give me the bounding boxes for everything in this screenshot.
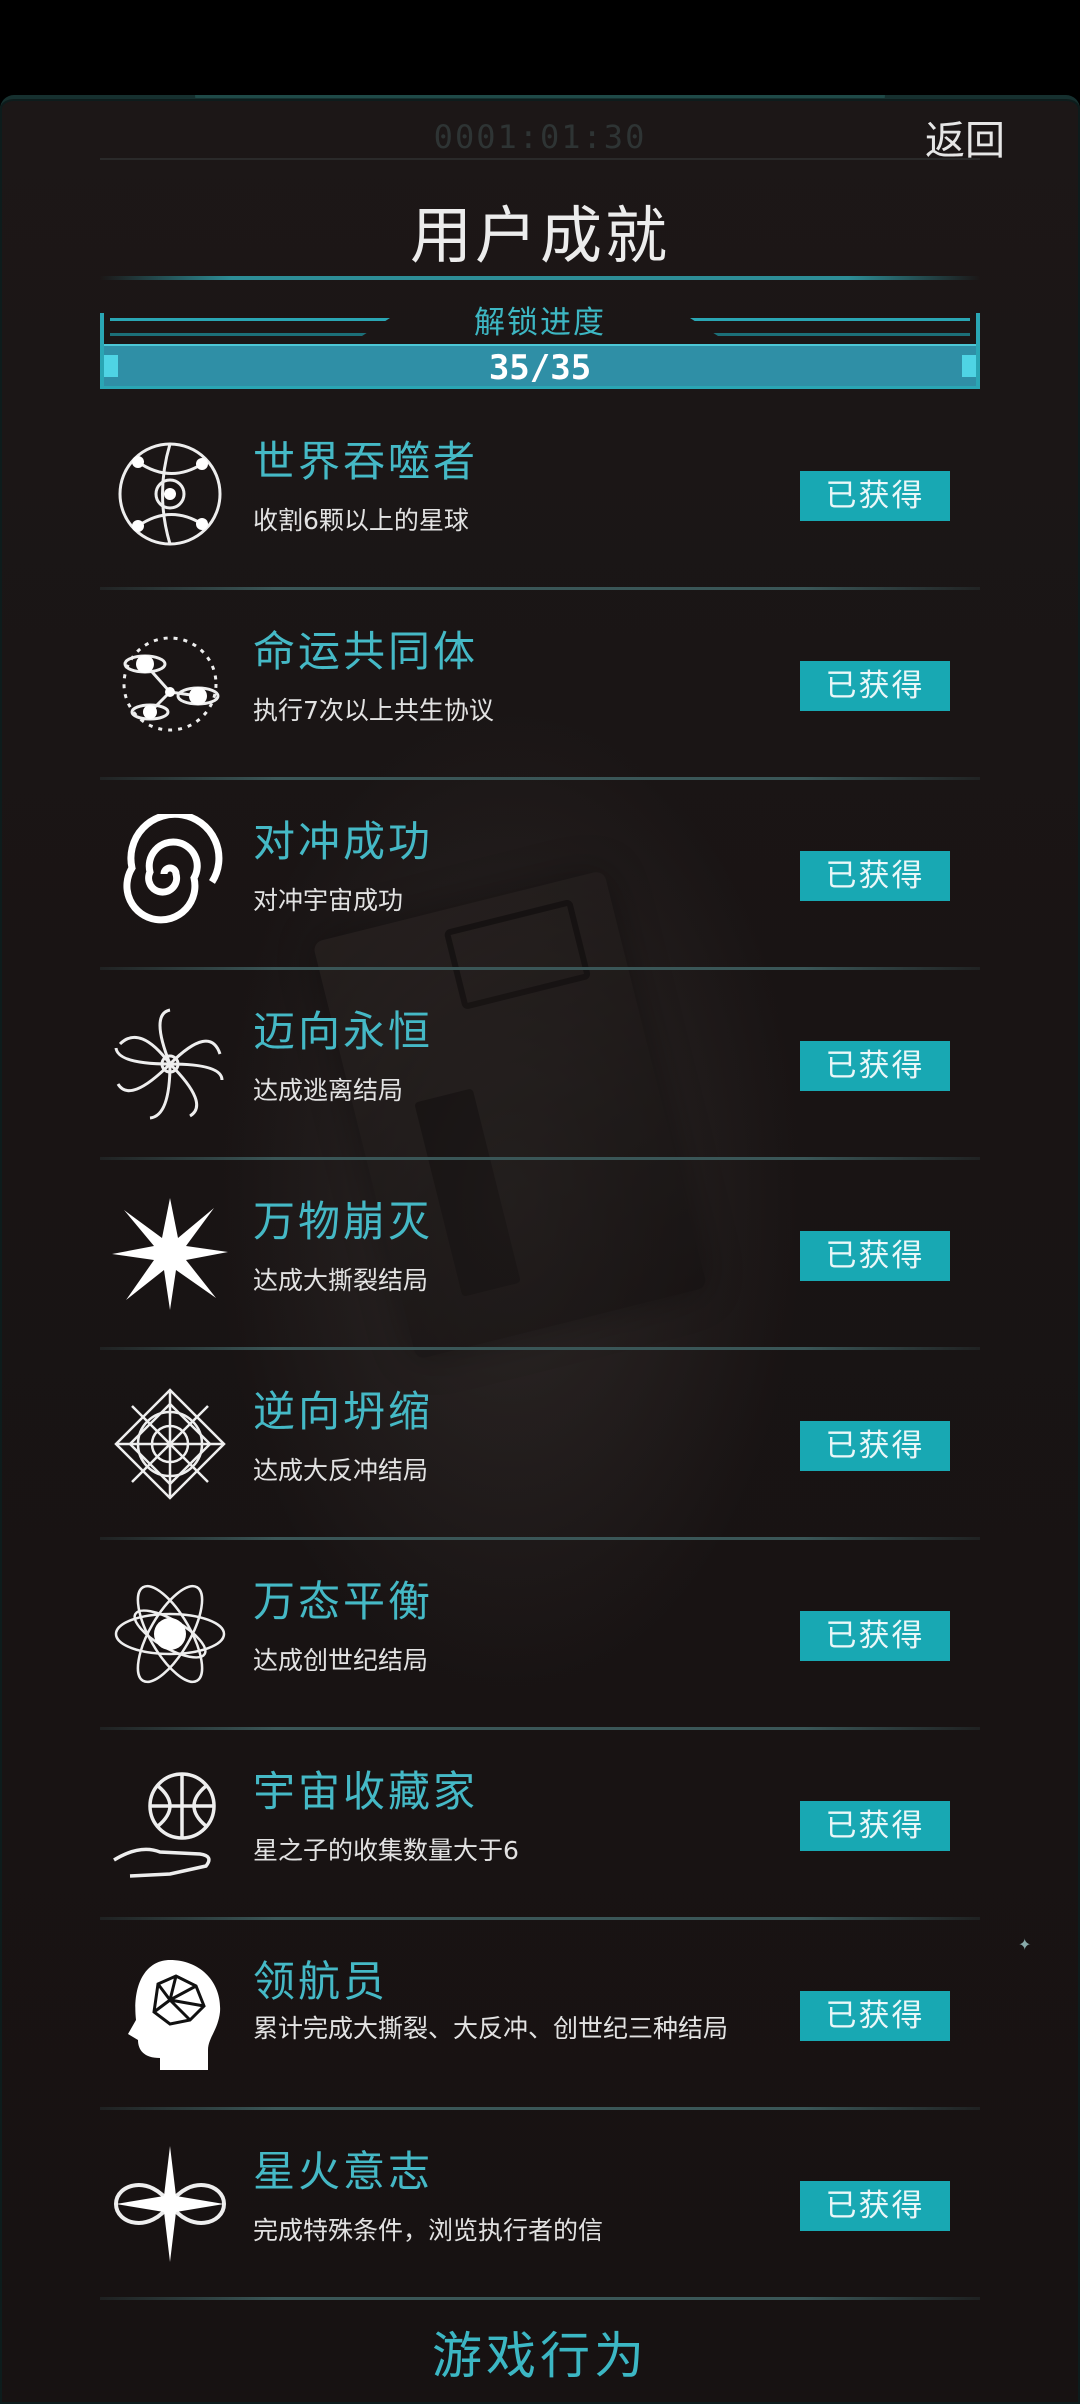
progress-label: 解锁进度 bbox=[474, 305, 606, 341]
achievement-description: 累计完成大撕裂、大反冲、创世纪三种结局 bbox=[253, 2014, 729, 2043]
achievement-row: 迈向永恒达成逃离结局 已获得 bbox=[100, 970, 980, 1160]
linked-planets-icon bbox=[110, 624, 230, 744]
achievement-status-badge: 已获得 bbox=[800, 2181, 950, 2231]
game-clock: 0001:01:30 bbox=[433, 118, 647, 156]
progress-bottom-line bbox=[100, 386, 980, 389]
achievement-row: 万态平衡达成创世纪结局 已获得 bbox=[100, 1540, 980, 1730]
achievement-status-badge: 已获得 bbox=[800, 471, 950, 521]
achievement-row: 星火意志完成特殊条件，浏览执行者的信 已获得 bbox=[100, 2110, 980, 2300]
achievement-row: 宇宙收藏家星之子的收集数量大于6 已获得 bbox=[100, 1730, 980, 1920]
achievement-row: 对冲成功对冲宇宙成功 已获得 bbox=[100, 780, 980, 970]
achievement-row: 命运共同体执行7次以上共生协议 已获得 bbox=[100, 590, 980, 780]
orbit-system-icon bbox=[110, 434, 230, 554]
spiral-swirl-icon bbox=[110, 810, 230, 934]
achievement-description: 完成特殊条件，浏览执行者的信 bbox=[253, 2216, 604, 2245]
achievement-name: 领航员 bbox=[253, 1957, 389, 2006]
hand-globe-icon bbox=[110, 1764, 230, 1884]
achievement-description: 执行7次以上共生协议 bbox=[253, 696, 494, 725]
achievement-description: 达成逃离结局 bbox=[253, 1076, 404, 1105]
achievement-status-badge: 已获得 bbox=[800, 1991, 950, 2041]
achievement-description: 收割6颗以上的星球 bbox=[253, 506, 469, 535]
achievement-status-badge: 已获得 bbox=[800, 1041, 950, 1091]
achievement-name: 宇宙收藏家 bbox=[253, 1767, 479, 1816]
atom-orbits-icon bbox=[110, 1574, 230, 1694]
row-divider bbox=[100, 2297, 980, 2300]
achievement-status-badge: 已获得 bbox=[800, 1801, 950, 1851]
footer-tab-game-behavior[interactable]: 游戏行为 bbox=[0, 2316, 1080, 2388]
achievement-list: 世界吞噬者 收割6颗以上的星球 已获得 命运共同体 执行7次以上共生协议 已获得 对冲成功对… bbox=[100, 400, 980, 2300]
vortex-icon bbox=[110, 1004, 230, 1124]
achievement-description: 对冲宇宙成功 bbox=[253, 886, 404, 915]
mandala-icon bbox=[110, 1384, 230, 1504]
achievement-description: 达成大撕裂结局 bbox=[253, 1266, 429, 1295]
panel-top-decoration bbox=[195, 95, 885, 112]
header-divider bbox=[100, 158, 980, 160]
achievement-name: 迈向永恒 bbox=[253, 1007, 434, 1056]
achievement-row: 万物崩灭达成大撕裂结局 已获得 bbox=[100, 1160, 980, 1350]
achievement-status-badge: 已获得 bbox=[800, 1611, 950, 1661]
achievement-description: 星之子的收集数量大于6 bbox=[253, 1836, 519, 1865]
brain-head-icon bbox=[110, 1954, 230, 2074]
achievement-name: 万物崩灭 bbox=[253, 1197, 434, 1246]
achievement-name: 万态平衡 bbox=[253, 1577, 434, 1626]
achievement-description: 达成创世纪结局 bbox=[253, 1646, 429, 1675]
title-underline bbox=[100, 276, 980, 280]
burst-icon bbox=[110, 1194, 230, 1314]
achievement-row: 领航员累计完成大撕裂、大反冲、创世纪三种结局 已获得 bbox=[100, 1920, 980, 2110]
progress-count: 35/35 bbox=[488, 348, 592, 388]
achievement-description: 达成大反冲结局 bbox=[253, 1456, 429, 1485]
achievement-status-badge: 已获得 bbox=[800, 661, 950, 711]
achievement-name: 逆向坍缩 bbox=[253, 1387, 434, 1436]
achievement-status-badge: 已获得 bbox=[800, 1231, 950, 1281]
achievement-row: 逆向坍缩达成大反冲结局 已获得 bbox=[100, 1350, 980, 1540]
achievement-status-badge: 已获得 bbox=[800, 1421, 950, 1471]
achievement-status-badge: 已获得 bbox=[800, 851, 950, 901]
achievement-name: 世界吞噬者 bbox=[253, 437, 479, 486]
infinity-star-icon bbox=[110, 2144, 230, 2264]
achievement-row: 世界吞噬者收割6颗以上的星球 已获得 bbox=[100, 400, 980, 590]
achievement-name: 对冲成功 bbox=[253, 817, 434, 866]
achievement-name: 星火意志 bbox=[253, 2147, 434, 2196]
page-title: 用户成就 bbox=[409, 199, 670, 272]
achievement-name: 命运共同体 bbox=[253, 627, 479, 676]
background-star-icon: ✦ bbox=[1018, 1935, 1032, 1954]
